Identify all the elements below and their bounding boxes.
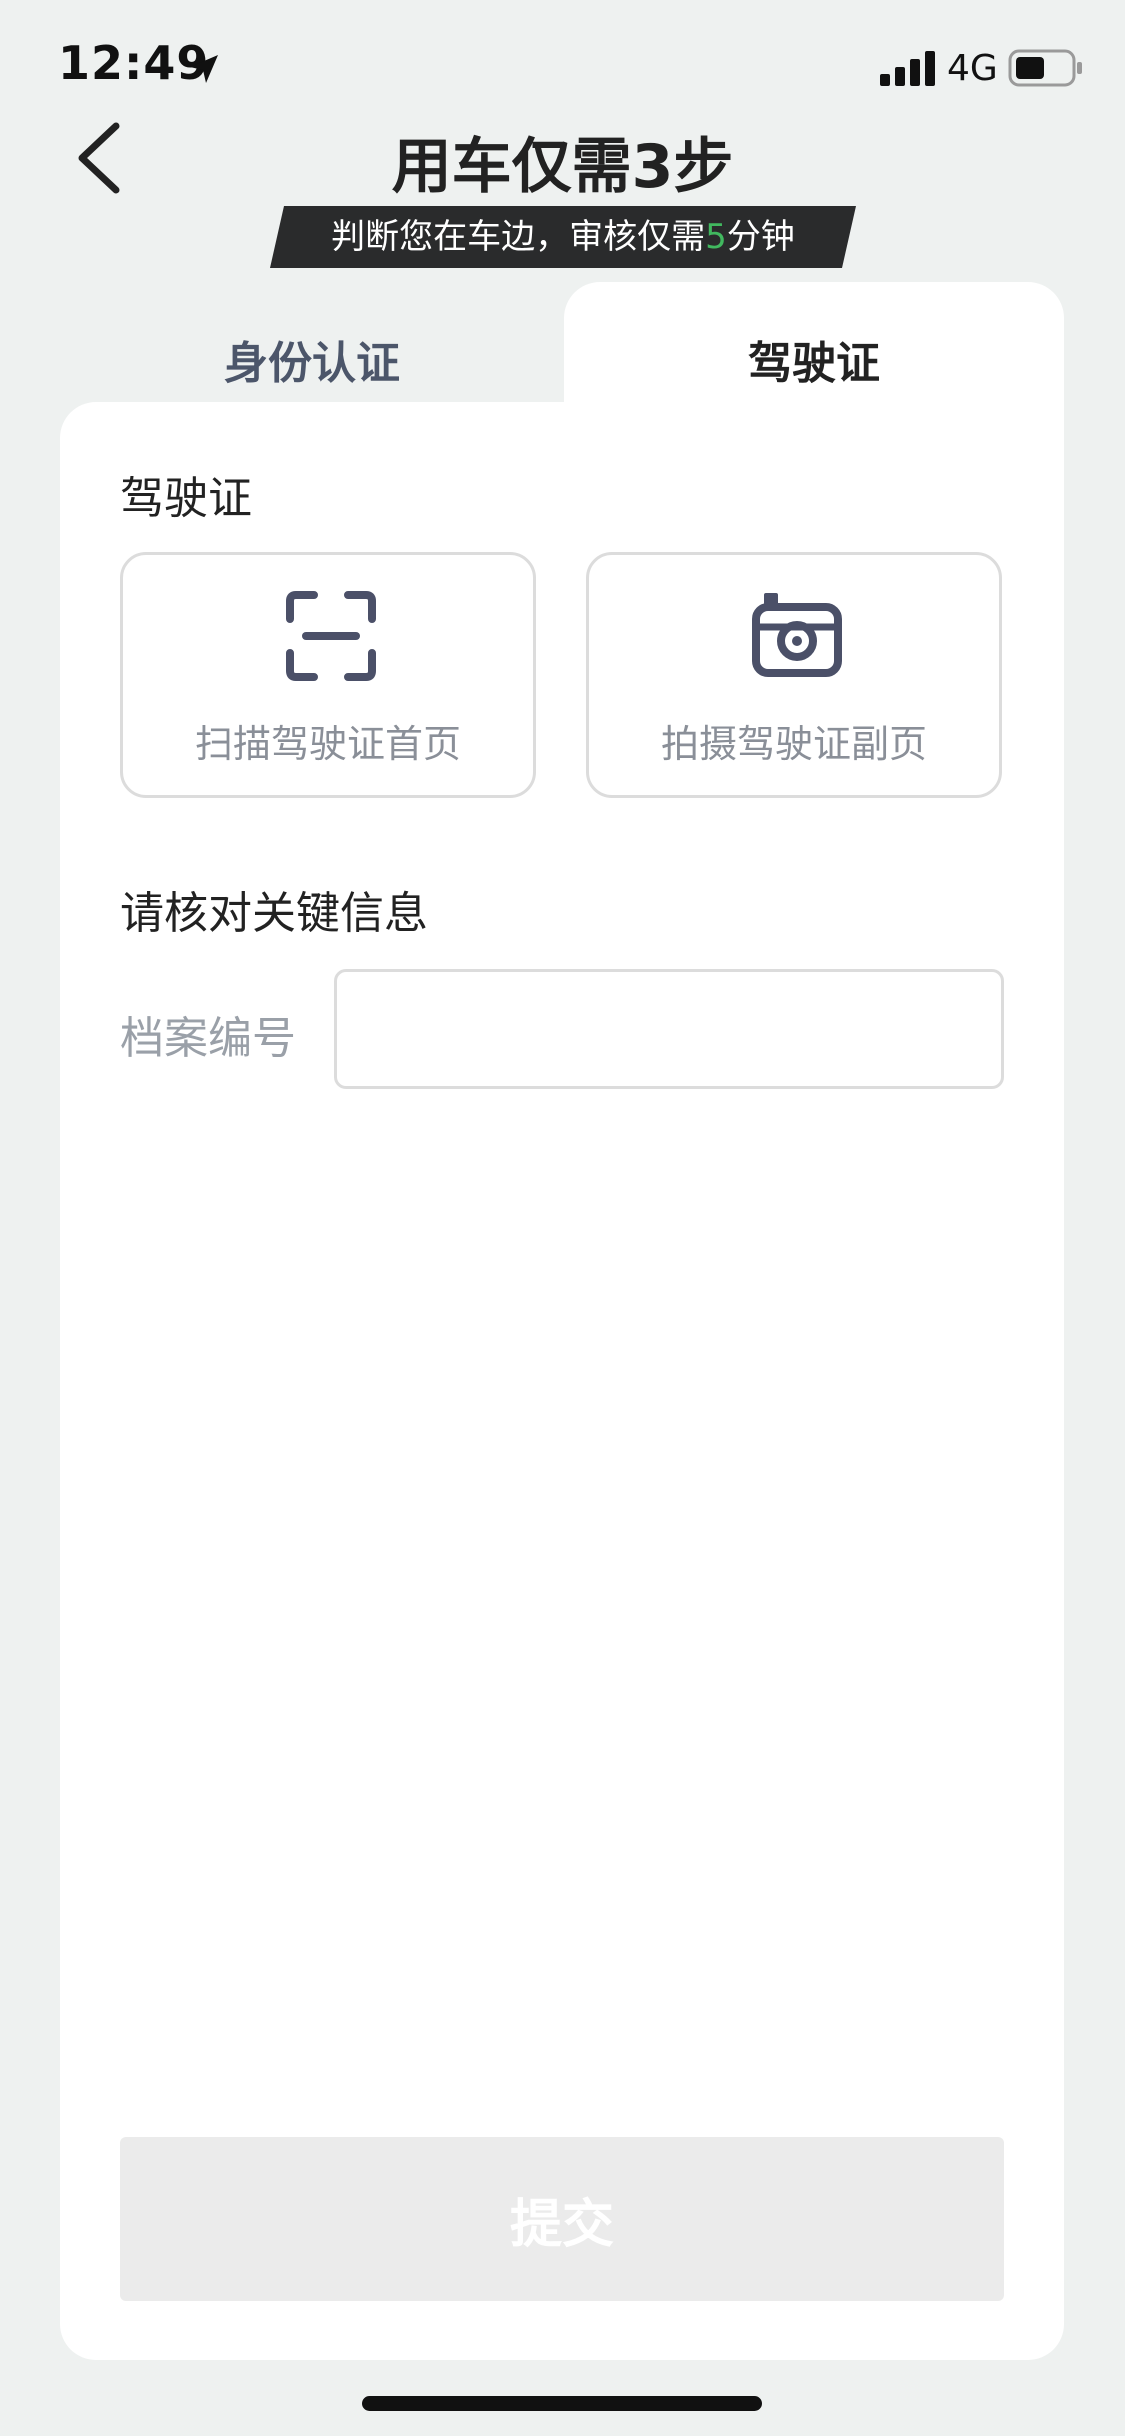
location-arrow-icon [190,55,218,83]
cellular-signal-icon [880,51,935,86]
banner-text-after: 分钟 [726,217,795,257]
scan-license-front-label: 扫描驾驶证首页 [194,722,461,766]
file-number-input[interactable] [334,969,1004,1089]
verify-section-title: 请核对关键信息 [120,888,428,939]
banner-text-before: 判断您在车边，审核仅需 [331,217,706,257]
photo-license-back-label: 拍摄驾驶证副页 [660,722,927,766]
banner-text: 判断您在车边，审核仅需5分钟 [270,206,856,268]
network-type-label: 4G [947,48,998,89]
battery-icon [1008,49,1082,87]
home-indicator[interactable] [362,2396,762,2411]
duration-banner: 判断您在车边，审核仅需5分钟 [270,206,856,268]
license-section-title: 驾驶证 [120,473,252,524]
tab-identity-verification-label: 身份认证 [224,338,400,389]
file-number-label: 档案编号 [120,1013,296,1064]
submit-button[interactable]: 提交 [120,2137,1004,2301]
scan-license-front-button[interactable]: 扫描驾驶证首页 [120,552,536,798]
status-bar: 12:49 4G [0,0,1125,135]
photo-license-back-button[interactable]: 拍摄驾驶证副页 [586,552,1002,798]
driver-license-card: 驾驶证 扫描驾驶证首页 拍摄驾驶证副页 请核对关键信息 档案编号 提交 [60,402,1064,2360]
page-title: 用车仅需3步 [391,132,734,202]
tab-identity-verification[interactable]: 身份认证 [60,282,564,412]
camera-icon [752,593,842,677]
scan-icon [286,591,376,681]
tab-driver-license-label: 驾驶证 [748,338,880,389]
banner-highlight-number: 5 [705,217,727,257]
